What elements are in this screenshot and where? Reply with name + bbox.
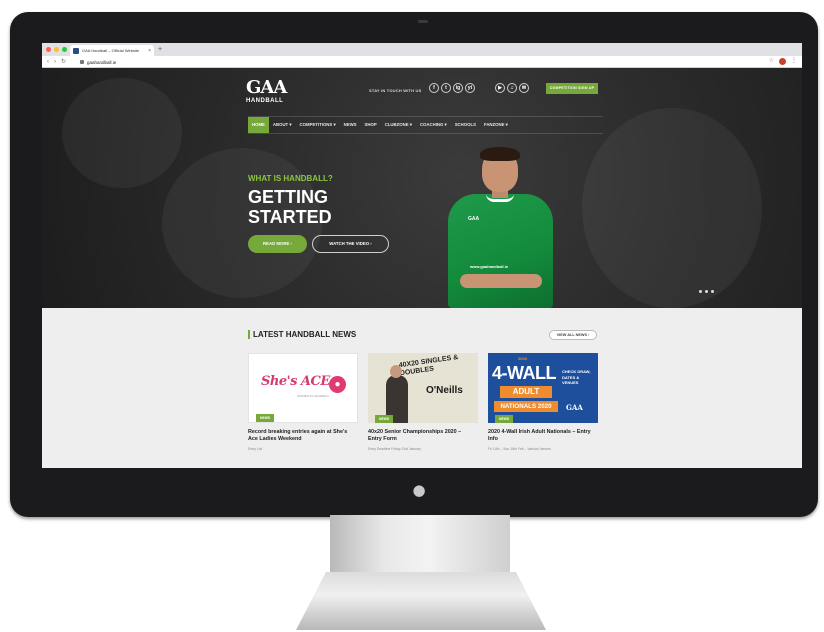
ball-icon: ● [329,376,346,393]
poster-subtitle: ADULT [500,386,552,398]
maximize-window-button[interactable] [62,47,67,52]
window-controls [46,47,67,52]
new-tab-button[interactable]: + [158,45,162,55]
news-card-meta: Fri 14th – Sun 16th Feb – Various Venues [488,447,551,451]
browser-tab[interactable]: GAA Handball – Official Website × [70,45,154,56]
news-card-title[interactable]: 40x20 Senior Championships 2020 – Entry … [368,429,472,443]
hero-section: GAA HANDBALL STAY IN TOUCH WITH US f t i… [42,68,802,308]
competition-signup-button[interactable]: COMPETITION SIGN UP [546,83,598,94]
url-text: gaahandball.ie [87,59,117,65]
nav-item-competitions[interactable]: COMPETITIONS ▾ [296,117,340,133]
hero-kicker: WHAT IS HANDBALL? [248,174,333,183]
nav-item-coaching[interactable]: COACHING ▾ [416,117,451,133]
news-card-meta: Entry Deadline Friday 31st January [368,447,421,451]
poster-year: 2020 [518,356,527,361]
hero-player-image: GAA www.gaahandball.ie [448,147,553,308]
background-figure [582,108,762,308]
player-jersey [448,194,553,308]
music-icon[interactable]: ♫ [507,83,517,93]
news-cards: She's ACE ● WOMEN IN HANDBALL NEWS Recor… [248,353,598,465]
news-tag: NEWS [495,415,514,423]
shes-ace-subtitle: WOMEN IN HANDBALL [297,394,330,398]
jersey-logo: GAA [468,216,480,222]
close-window-button[interactable] [46,47,51,52]
social-label: STAY IN TOUCH WITH US [369,88,422,93]
nav-item-shop[interactable]: SHOP [361,117,381,133]
minimize-window-button[interactable] [54,47,59,52]
nav-item-clubzone[interactable]: CLUBZONE ▾ [381,117,416,133]
mail-icon[interactable]: ✉ [519,83,529,93]
slide-dot[interactable] [699,290,702,293]
news-card-meta: Entry List [248,447,263,451]
nav-item-home[interactable]: HOME [248,117,269,133]
address-bar: ‹ › ↻ gaahandball.ie ☆ ⋮ [42,56,802,68]
monitor-stand-neck [330,515,510,573]
slider-dots [699,290,714,293]
nav-item-fanzone[interactable]: FANZONE ▾ [480,117,512,133]
site-logo[interactable]: GAA HANDBALL [246,77,287,105]
favicon-icon [73,47,79,54]
back-button[interactable]: ‹ [47,58,49,66]
shes-ace-logo-text: She's ACE [261,374,330,389]
instagram-icon[interactable]: ig [453,83,463,93]
utility-links: ▶ ♫ ✉ [495,83,529,93]
play-icon[interactable]: ▶ [495,83,505,93]
apple-logo-icon: ● [412,481,426,499]
reload-button[interactable]: ↻ [61,58,66,66]
news-section-title: LATEST HANDBALL NEWS [248,330,356,339]
read-more-button[interactable]: READ MORE › [248,235,307,253]
news-section: LATEST HANDBALL NEWS VIEW ALL NEWS › She… [42,308,802,468]
social-links: f t ig yt [429,83,475,93]
news-tag: NEWS [375,415,394,423]
news-card-title[interactable]: Record breaking entries again at She's A… [248,429,352,443]
person-head [390,365,402,378]
background-figure [62,78,182,188]
forward-button[interactable]: › [54,58,56,66]
browser-menu-button[interactable]: ⋮ [791,57,797,66]
poster-gaa-logo: GAA [566,403,583,412]
news-card[interactable]: 2020 4-WALL ADULT NATIONALS 2020 CHECK D… [488,353,598,465]
url-field[interactable]: gaahandball.ie [80,58,116,66]
youtube-icon[interactable]: yt [465,83,475,93]
nav-item-schools[interactable]: SCHOOLS [451,117,480,133]
view-all-news-button[interactable]: VIEW ALL NEWS › [549,330,597,340]
news-card-image[interactable]: 40X20 SINGLES & DOUBLES O'Neills NEWS [368,353,478,423]
player-hair [480,147,520,161]
slide-dot[interactable] [705,290,708,293]
bookmark-star-icon[interactable]: ☆ [769,57,774,66]
player-arms [460,274,542,288]
camera [418,20,428,23]
facebook-icon[interactable]: f [429,83,439,93]
news-tag: NEWS [256,414,275,422]
screen: GAA Handball – Official Website × + ‹ › … [42,43,802,468]
watch-video-button[interactable]: WATCH THE VIDEO › [312,235,389,253]
poster-side-text: CHECK DRAW, DATES & VENUES [562,369,591,385]
nav-item-about[interactable]: ABOUT ▾ [269,117,296,133]
slide-dot[interactable] [711,290,714,293]
news-card[interactable]: 40X20 SINGLES & DOUBLES O'Neills NEWS 40… [368,353,478,465]
close-tab-icon[interactable]: × [148,48,151,54]
monitor-stand-foot [296,572,546,630]
news-card[interactable]: She's ACE ● WOMEN IN HANDBALL NEWS Recor… [248,353,358,465]
logo-subtitle: HANDBALL [246,98,284,104]
tab-title: GAA Handball – Official Website [82,48,140,53]
tab-bar: GAA Handball – Official Website × + [42,43,802,56]
poster-nationals: NATIONALS 2020 [494,401,558,412]
nav-item-news[interactable]: NEWS [340,117,361,133]
monitor-scene: ● GAA Handball – Official Website × + ‹ … [0,0,824,632]
oneills-logo-text: O'Neills [426,385,463,396]
twitter-icon[interactable]: t [441,83,451,93]
logo-text: GAA [246,77,287,98]
poster-title: 4-WALL [492,363,557,383]
lock-icon [80,60,84,64]
profile-avatar[interactable] [779,58,786,65]
news-card-image[interactable]: 2020 4-WALL ADULT NATIONALS 2020 CHECK D… [488,353,598,423]
main-nav: HOME ABOUT ▾ COMPETITIONS ▾ NEWS SHOP CL… [248,116,603,134]
hero-headline: GETTING STARTED [248,187,332,227]
news-card-title[interactable]: 2020 4-Wall Irish Adult Nationals – Entr… [488,429,592,443]
news-card-image[interactable]: She's ACE ● WOMEN IN HANDBALL NEWS [248,353,358,423]
jersey-text: www.gaahandball.ie [470,264,509,269]
